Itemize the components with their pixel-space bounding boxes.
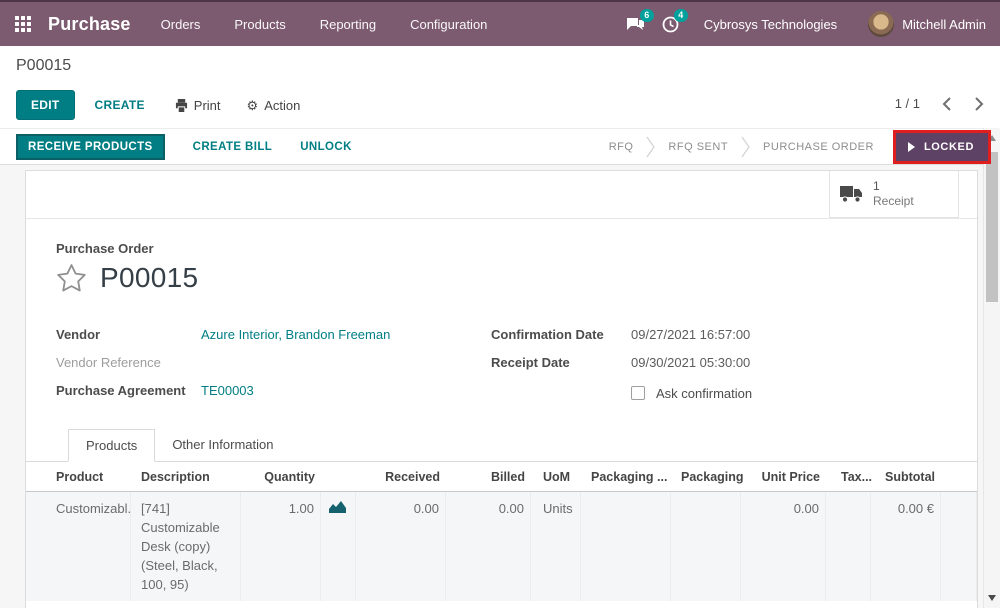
cell-subtotal: 0.00 € [871,492,941,601]
play-arrow-icon [907,141,915,152]
cell-unit-price: 0.00 [741,492,826,601]
unlock-button[interactable]: UNLOCK [300,141,352,153]
ask-confirmation-checkbox[interactable] [631,386,645,400]
nav-right: 6 4 Cybrosys Technologies Mitchell Admin [626,8,1000,37]
forecast-chart-icon[interactable] [329,500,346,513]
top-navbar: Purchase Orders Products Reporting Confi… [0,0,1000,46]
stage-separator-icon [741,136,750,158]
cell-taxes [826,492,871,601]
activities-badge: 4 [673,8,688,22]
status-bar: RECEIVE PRODUCTS CREATE BILL UNLOCK RFQ … [0,128,991,165]
cell-packaging [671,492,741,601]
cell-description: [741] Customizable Desk (copy) (Steel, B… [131,492,241,601]
stage-pipeline: RFQ RFQ SENT PURCHASE ORDER LOCKED [596,129,991,164]
stage-rfq[interactable]: RFQ [596,141,647,153]
header-packaging-qty: Packaging ... [591,469,668,484]
vendor-label: Vendor [56,326,101,342]
stage-rfq-sent[interactable]: RFQ SENT [655,141,741,153]
user-menu[interactable]: Mitchell Admin [868,11,986,37]
cell-packaging-qty [581,492,671,601]
ask-confirmation-label: Ask confirmation [656,385,753,401]
confirmation-date-label: Confirmation Date [491,326,604,342]
print-label: Print [193,97,221,113]
menu-orders[interactable]: Orders [161,17,201,32]
tab-other-information[interactable]: Other Information [155,429,290,462]
header-subtotal: Subtotal [885,469,935,484]
scroll-down-icon[interactable] [988,595,996,601]
header-description: Description [141,469,210,484]
scrollbar-thumb[interactable] [986,152,998,302]
receipt-smart-button[interactable]: 1 Receipt [829,171,959,218]
receipt-date-label: Receipt Date [491,354,570,370]
cell-received: 0.00 [356,492,446,601]
create-button[interactable]: CREATE [95,98,145,112]
header-taxes: Tax... [841,469,873,484]
receive-products-button[interactable]: RECEIVE PRODUCTS [16,133,165,160]
gear-icon: ⚙ [246,97,259,113]
vendor-value[interactable]: Azure Interior, Brandon Freeman [201,327,390,342]
company-switcher[interactable]: Cybrosys Technologies [704,17,837,32]
pager-next-icon[interactable] [975,96,984,111]
avatar [868,11,895,37]
messages-badge: 6 [639,9,654,22]
header-billed: Billed [490,469,525,484]
notebook-tabs: Products Other Information [26,429,977,462]
print-menu[interactable]: Print [175,98,221,113]
user-name: Mitchell Admin [902,16,986,32]
order-line-row[interactable]: Customizabl... [741] Customizable Desk (… [26,492,977,601]
annotation-highlight-box: LOCKED [892,129,991,164]
stage-purchase-order[interactable]: PURCHASE ORDER [750,141,887,153]
favorite-star-icon[interactable] [56,263,87,293]
field-groups: Vendor Azure Interior, Brandon Freeman V… [56,320,947,405]
tab-products[interactable]: Products [68,429,156,462]
purchase-agreement-value[interactable]: TE00003 [201,383,254,398]
app-name[interactable]: Purchase [48,14,131,35]
control-buttons: EDIT CREATE Print ⚙ Action [16,90,300,120]
confirmation-date-value: 09/27/2021 16:57:00 [631,326,751,342]
pager-count: 1 / 1 [894,96,920,111]
receipt-count: 1 [873,179,880,193]
stage-separator-icon [646,136,656,158]
header-uom: UoM [543,469,571,484]
vendor-reference-label: Vendor Reference [56,354,161,370]
edit-button[interactable]: EDIT [16,90,75,120]
apps-grid-icon[interactable] [15,15,32,33]
activities-button[interactable]: 4 [662,8,688,33]
header-product: Product [56,469,104,484]
nav-menu: Orders Products Reporting Configuration [161,17,488,32]
cell-uom: Units [531,492,581,601]
pager: 1 / 1 [895,96,984,111]
truck-icon [840,186,862,203]
menu-reporting[interactable]: Reporting [320,17,376,32]
form-sheet: 1 Receipt Purchase Order P00015 Vendor A… [25,170,978,608]
receipt-date-value: 09/30/2021 05:30:00 [631,354,751,370]
cell-quantity: 1.00 [241,492,321,601]
record-type-label: Purchase Order [56,241,154,256]
header-unit-price: Unit Price [761,469,820,484]
messages-button[interactable]: 6 [626,9,654,32]
smart-button-row: 1 Receipt [26,171,977,219]
breadcrumb: P00015 [16,57,72,74]
title-section: Purchase Order P00015 Vendor Azure Inter… [26,219,977,405]
printer-icon [175,98,187,112]
vertical-scrollbar [983,128,1000,608]
header-packaging: Packaging [681,469,744,484]
menu-products[interactable]: Products [234,17,285,32]
action-label: Action [264,97,301,113]
stage-locked-label: LOCKED [923,140,974,153]
purchase-agreement-label: Purchase Agreement [56,382,186,398]
cell-product: Customizabl... [26,492,131,601]
menu-configuration[interactable]: Configuration [410,17,487,32]
pager-previous-icon[interactable] [942,96,951,111]
header-received: Received [385,469,440,484]
cell-billed: 0.00 [446,492,531,601]
order-lines-header: Product Description Quantity Received Bi… [26,462,977,492]
record-title: P00015 [100,262,199,293]
control-panel: P00015 EDIT CREATE Print ⚙ Action 1 / 1 [0,46,1000,128]
stage-locked[interactable]: LOCKED [895,132,988,161]
header-quantity: Quantity [264,469,315,484]
create-bill-button[interactable]: CREATE BILL [193,141,273,153]
receipt-label: Receipt [873,194,914,208]
action-menu[interactable]: ⚙ Action [247,98,301,113]
